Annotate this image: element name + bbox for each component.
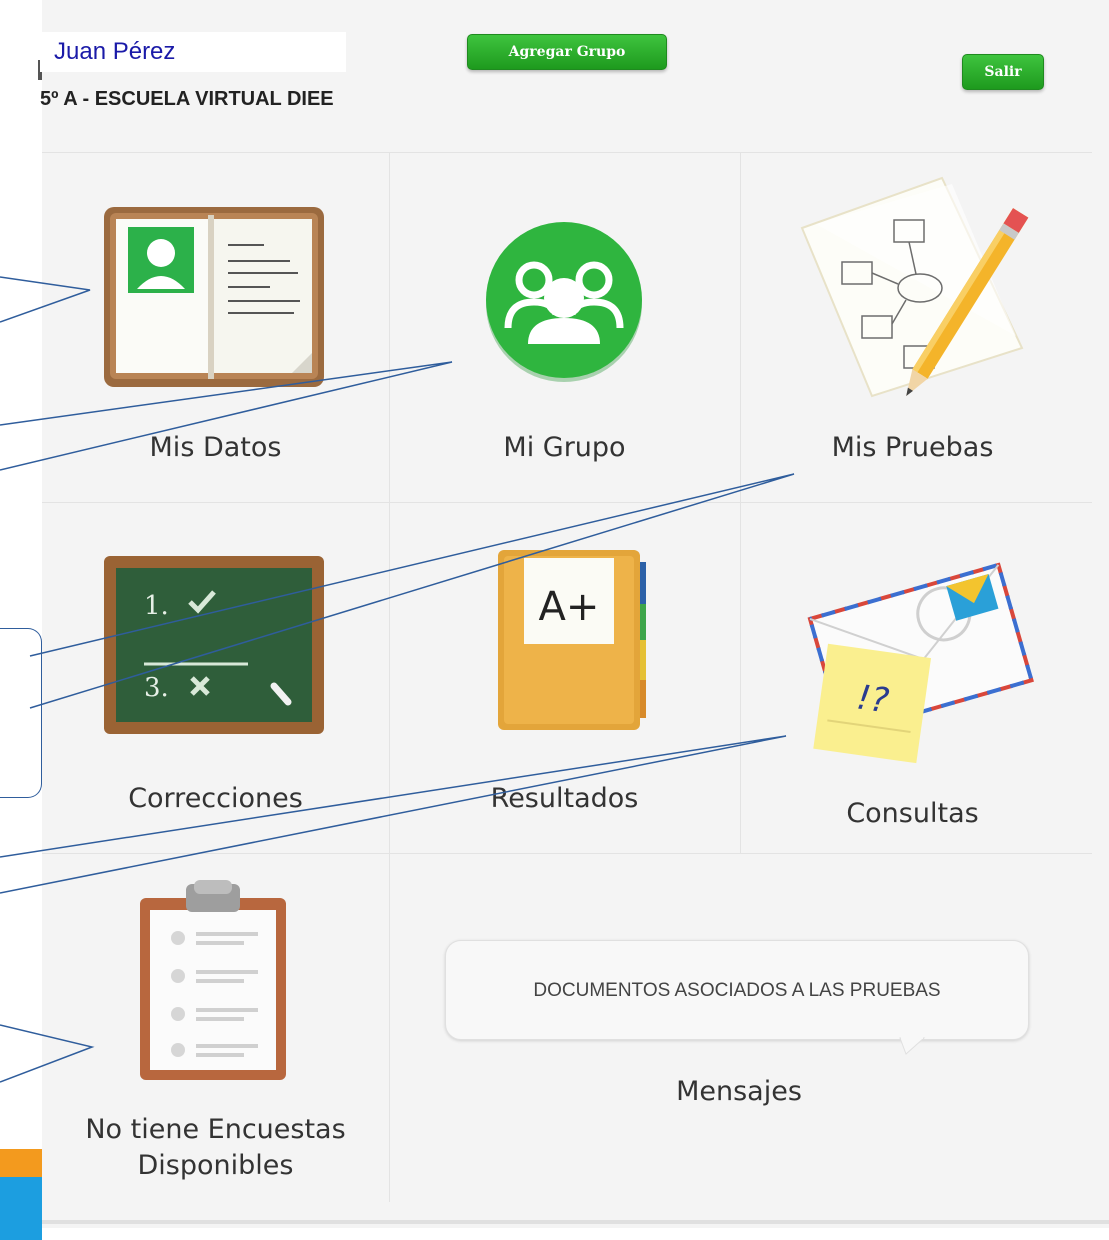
tile-label-consultas: Consultas — [846, 798, 979, 829]
board-line-3: 3. — [144, 673, 169, 703]
left-accent-orange — [0, 1149, 42, 1177]
grid-divider — [740, 152, 741, 853]
mail-note-icon: !? — [807, 562, 1034, 764]
tile-label-mi-grupo: Mi Grupo — [503, 432, 626, 463]
group-people-icon — [486, 222, 642, 382]
tile-label-correcciones: Correcciones — [128, 783, 303, 814]
board-line-1: 1. — [144, 591, 169, 621]
tile-label-mis-pruebas: Mis Pruebas — [831, 432, 994, 463]
encuestas-line-2: Disponibles — [137, 1150, 294, 1181]
test-pencil-icon — [800, 176, 1029, 398]
tile-label-resultados: Resultados — [490, 783, 639, 814]
grid-divider — [389, 152, 390, 1202]
add-group-button[interactable]: Agregar Grupo — [467, 34, 667, 70]
grid-divider — [42, 502, 1092, 503]
note-text: !? — [854, 677, 891, 721]
tile-label-encuestas: No tiene Encuestas Disponibles — [42, 1112, 389, 1184]
tile-label-mensajes[interactable]: Mensajes — [389, 1076, 1089, 1107]
grid-divider — [42, 152, 1092, 153]
grid-divider — [42, 853, 1092, 854]
logout-button[interactable]: Salir — [962, 54, 1044, 90]
speech-bubble-tail-icon — [899, 1037, 926, 1055]
annotation-callout-box — [0, 628, 42, 798]
left-accent-blue — [0, 1177, 42, 1240]
footer-divider — [42, 1220, 1109, 1224]
chalkboard-icon: 1. 3. — [104, 556, 324, 734]
results-folder-icon: A+ — [498, 550, 646, 730]
profile-book-icon — [104, 207, 324, 387]
clipboard-survey-icon — [140, 880, 286, 1080]
folder-grade-text: A+ — [539, 584, 600, 630]
group-school-label: 5º A - ESCUELA VIRTUAL DIEE — [40, 88, 334, 110]
user-name: Juan Pérez — [40, 32, 346, 72]
documents-link-button[interactable]: DOCUMENTOS ASOCIADOS A LAS PRUEBAS — [445, 940, 1029, 1040]
encuestas-line-1: No tiene Encuestas — [85, 1114, 346, 1145]
tile-label-mis-datos: Mis Datos — [149, 432, 282, 463]
